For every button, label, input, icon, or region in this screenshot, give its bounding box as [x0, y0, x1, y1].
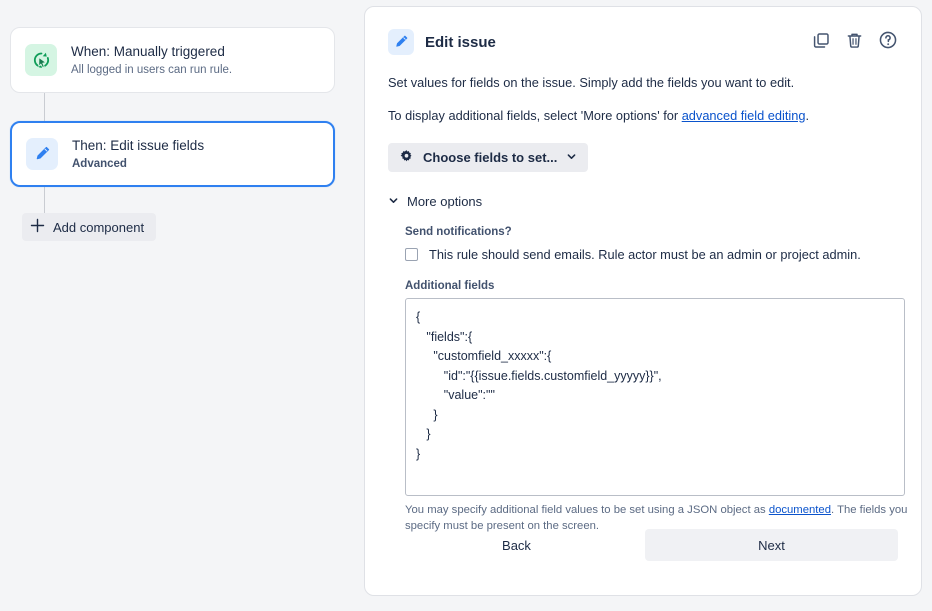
additional-fields-value: { "fields":{ "customfield_xxxxx":{ "id":… — [416, 310, 662, 461]
page-title: Edit issue — [425, 33, 496, 51]
panel-description-2-after: . — [805, 108, 810, 123]
duplicate-icon[interactable] — [812, 31, 831, 55]
rule-component-title: When: Manually triggered — [71, 43, 225, 59]
trash-icon[interactable] — [845, 31, 864, 55]
choose-fields-dropdown[interactable]: Choose fields to set... — [388, 143, 589, 172]
rule-component-trigger[interactable]: When: Manually triggered All logged in u… — [10, 27, 335, 93]
rule-component-text: When: Manually triggered All logged in u… — [71, 43, 232, 78]
more-options-toggle[interactable]: More options — [388, 194, 898, 209]
send-notifications-checkbox[interactable] — [405, 248, 418, 261]
manual-trigger-cursor-icon — [25, 44, 57, 76]
back-button[interactable]: Back — [388, 529, 645, 561]
chevron-down-icon — [566, 150, 577, 165]
chain-connector-1 — [44, 92, 45, 122]
additional-fields-input[interactable]: { "fields":{ "customfield_xxxxx":{ "id":… — [405, 298, 905, 496]
panel-description-1: Set values for fields on the issue. Simp… — [388, 75, 795, 90]
panel-footer: Back Next — [388, 529, 898, 561]
helper-before: You may specify additional field values … — [405, 504, 769, 516]
component-config-panel: Edit issue Set values for fields on the … — [364, 6, 922, 596]
automation-rule-editor: When: Manually triggered All logged in u… — [0, 0, 932, 611]
send-notifications-checkbox-label: This rule should send emails. Rule actor… — [429, 247, 861, 262]
rule-component-title: Then: Edit issue fields — [72, 137, 205, 153]
additional-fields-label: Additional fields — [405, 280, 495, 292]
rule-component-action[interactable]: Then: Edit issue fields Advanced — [10, 121, 335, 187]
send-notifications-label: Send notifications? — [405, 226, 512, 238]
more-options-label: More options — [407, 194, 483, 209]
add-component-button[interactable]: Add component — [22, 213, 157, 241]
send-notifications-checkbox-row[interactable]: This rule should send emails. Rule actor… — [405, 247, 898, 262]
choose-fields-label: Choose fields to set... — [423, 150, 558, 165]
plus-icon — [30, 218, 45, 236]
documented-link[interactable]: documented — [769, 504, 831, 516]
chevron-down-icon — [388, 194, 399, 209]
more-options-content: Send notifications? This rule should sen… — [388, 226, 907, 534]
panel-description-2-before: To display additional fields, select 'Mo… — [388, 108, 682, 123]
gear-icon — [399, 149, 414, 167]
edit-pencil-icon — [26, 138, 58, 170]
chain-connector-2 — [44, 186, 45, 214]
panel-description-2: To display additional fields, select 'Mo… — [388, 107, 898, 124]
panel-header: Edit issue — [388, 29, 898, 55]
next-button[interactable]: Next — [644, 529, 898, 561]
rule-chain: When: Manually triggered All logged in u… — [0, 0, 350, 611]
edit-pencil-icon — [388, 29, 414, 55]
rule-component-subtitle: All logged in users can run rule. — [71, 63, 233, 76]
rule-component-text: Then: Edit issue fields Advanced — [72, 137, 204, 172]
rule-component-subtitle: Advanced — [72, 157, 127, 170]
advanced-field-editing-link[interactable]: advanced field editing — [682, 108, 806, 123]
add-component-label: Add component — [53, 219, 145, 235]
panel-header-actions — [812, 30, 898, 55]
help-icon[interactable] — [878, 30, 898, 55]
